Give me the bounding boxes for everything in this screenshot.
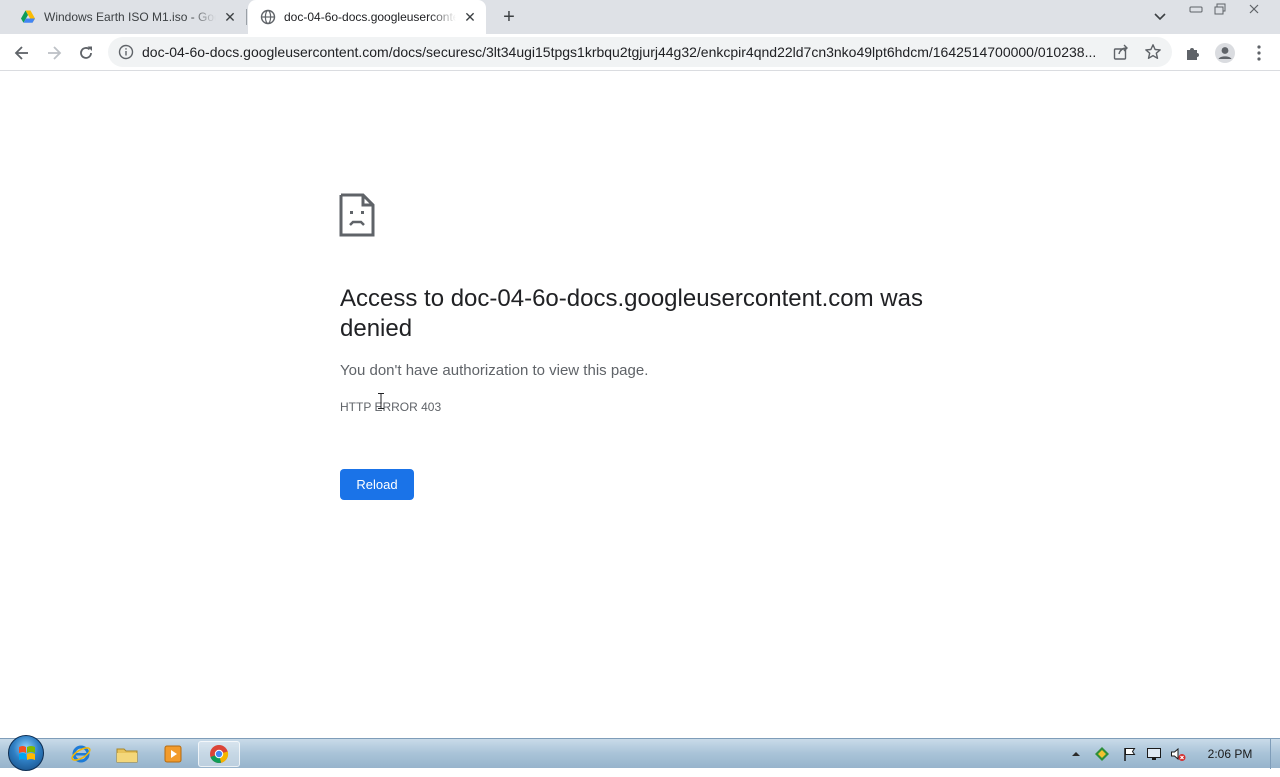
network-tray-icon[interactable]	[1094, 746, 1110, 762]
sad-document-icon	[339, 193, 375, 237]
tab-separator	[246, 9, 247, 25]
close-window-icon[interactable]	[1240, 0, 1268, 18]
internet-explorer-icon[interactable]	[60, 741, 102, 767]
close-tab-icon[interactable]: ✕	[462, 9, 478, 25]
more-menu-icon[interactable]	[1248, 42, 1270, 64]
tab-search-chevron-icon[interactable]	[1150, 8, 1170, 26]
url-text[interactable]: doc-04-6o-docs.googleusercontent.com/doc…	[142, 44, 1104, 60]
tab-error-page[interactable]: doc-04-6o-docs.googleusercontent.com ✕	[248, 0, 486, 34]
tab-google-drive[interactable]: Windows Earth ISO M1.iso - Google Drive …	[8, 0, 246, 34]
chrome-icon[interactable]	[198, 741, 240, 767]
volume-muted-icon[interactable]	[1170, 746, 1186, 762]
error-description: You don't have authorization to view thi…	[340, 362, 649, 379]
system-clock[interactable]: 2:06 PM	[1196, 747, 1264, 761]
show-desktop-button[interactable]	[1270, 739, 1280, 769]
minimize-window-icon[interactable]	[1184, 0, 1208, 18]
tab-title: Windows Earth ISO M1.iso - Google Drive	[44, 10, 216, 24]
reload-button[interactable]: Reload	[340, 469, 414, 500]
monitor-tray-icon[interactable]	[1146, 746, 1162, 762]
error-code: HTTP ERROR 403	[340, 400, 442, 414]
show-hidden-icons-chevron-icon[interactable]	[1068, 746, 1084, 762]
share-icon[interactable]	[1112, 43, 1130, 61]
start-button-windows-icon[interactable]	[8, 735, 44, 771]
close-tab-icon[interactable]: ✕	[222, 9, 238, 25]
action-center-flag-icon[interactable]	[1122, 746, 1138, 762]
address-bar[interactable]: doc-04-6o-docs.googleusercontent.com/doc…	[108, 37, 1172, 67]
windows-explorer-icon[interactable]	[106, 741, 148, 767]
site-info-icon[interactable]	[118, 44, 134, 60]
text-cursor-icon	[376, 392, 386, 410]
bookmark-star-icon[interactable]	[1144, 43, 1162, 61]
error-heading: Access to doc-04-6o-docs.googleuserconte…	[340, 285, 923, 342]
windows-taskbar: 2:06 PM	[0, 735, 1280, 771]
restore-window-icon[interactable]	[1208, 0, 1232, 18]
media-player-icon[interactable]	[152, 741, 194, 767]
new-tab-button[interactable]: +	[498, 6, 520, 28]
profile-avatar-icon[interactable]	[1214, 42, 1236, 64]
globe-icon	[260, 9, 276, 25]
reload-icon[interactable]	[73, 40, 99, 66]
tab-strip: Windows Earth ISO M1.iso - Google Drive …	[0, 0, 1280, 34]
google-drive-icon	[20, 9, 36, 25]
browser-toolbar: doc-04-6o-docs.googleusercontent.com/doc…	[0, 34, 1280, 71]
extensions-puzzle-icon[interactable]	[1182, 42, 1204, 64]
tab-title: doc-04-6o-docs.googleusercontent.com	[284, 10, 456, 24]
back-arrow-icon[interactable]	[9, 40, 35, 66]
forward-arrow-icon[interactable]	[41, 40, 67, 66]
